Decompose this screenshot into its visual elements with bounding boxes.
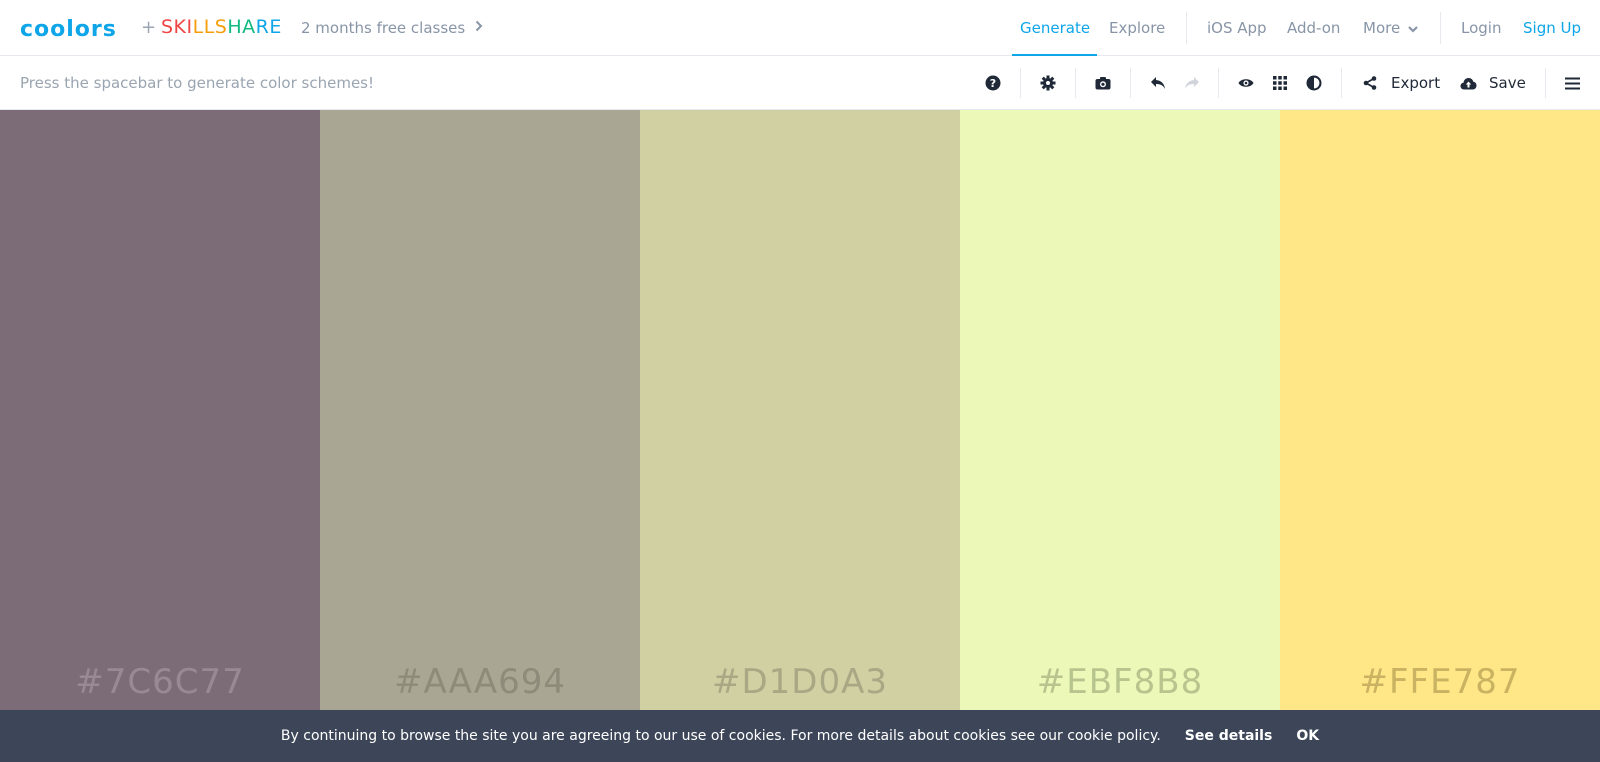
- skillshare-logo-part-4: RE: [255, 16, 282, 38]
- nav-add-on[interactable]: Add-on: [1287, 19, 1340, 37]
- top-nav: coolors + SKILLSHARE 2 months free class…: [0, 0, 1600, 56]
- menu-hamburger-icon[interactable]: [1563, 74, 1581, 92]
- save-button[interactable]: Save: [1489, 74, 1526, 92]
- see-details-link[interactable]: See details: [1185, 728, 1273, 744]
- color-swatch[interactable]: #FFE787: [1280, 110, 1600, 710]
- help-icon[interactable]: ?: [984, 74, 1002, 92]
- contrast-icon[interactable]: [1305, 74, 1323, 92]
- promo-label: 2 months free classes: [301, 19, 466, 37]
- export-button[interactable]: Export: [1391, 74, 1440, 92]
- nav-sign-up[interactable]: Sign Up: [1523, 19, 1581, 37]
- cookie-ok-button[interactable]: OK: [1296, 728, 1319, 744]
- skillshare-logo-part-3: HA: [227, 16, 256, 38]
- cookie-message: By continuing to browse the site you are…: [280, 728, 1161, 744]
- nav-login[interactable]: Login: [1461, 19, 1501, 37]
- chevron-down-icon: [1408, 19, 1418, 37]
- redo-icon[interactable]: [1183, 74, 1201, 92]
- toolbar: Press the spacebar to generate color sch…: [0, 56, 1600, 110]
- color-swatch[interactable]: #AAA694: [320, 110, 640, 710]
- camera-icon[interactable]: [1094, 74, 1112, 92]
- toolbar-divider: [1341, 68, 1342, 98]
- nav-more[interactable]: More: [1363, 19, 1418, 37]
- undo-icon[interactable]: [1149, 74, 1167, 92]
- skillshare-logo-part-2: LLS: [192, 16, 228, 38]
- color-palette: #7C6C77 #AAA694 #D1D0A3 #EBF8B8 #FFE787: [0, 110, 1600, 710]
- color-swatch[interactable]: #D1D0A3: [640, 110, 960, 710]
- grid-icon[interactable]: [1271, 74, 1289, 92]
- nav-ios-app[interactable]: iOS App: [1207, 19, 1267, 37]
- color-swatch[interactable]: #EBF8B8: [960, 110, 1280, 710]
- color-swatch[interactable]: #7C6C77: [0, 110, 320, 710]
- nav-explore[interactable]: Explore: [1109, 19, 1165, 37]
- toolbar-divider: [1218, 68, 1219, 98]
- toolbar-divider: [1130, 68, 1131, 98]
- nav-more-label: More: [1363, 19, 1401, 37]
- swatch-hex-code[interactable]: #EBF8B8: [960, 662, 1280, 702]
- swatch-hex-code[interactable]: #7C6C77: [0, 662, 320, 702]
- svg-text:?: ?: [990, 77, 996, 90]
- skillshare-logo-part-1: SKI: [161, 16, 193, 38]
- swatch-hex-code[interactable]: #AAA694: [320, 662, 640, 702]
- cookie-banner: By continuing to browse the site you are…: [0, 710, 1600, 762]
- eye-icon[interactable]: [1237, 74, 1255, 92]
- spacebar-hint: Press the spacebar to generate color sch…: [20, 74, 375, 92]
- plus-sign: +: [141, 17, 157, 38]
- cloud-upload-icon[interactable]: [1459, 74, 1477, 92]
- nav-divider: [1440, 12, 1441, 44]
- toolbar-divider: [1020, 68, 1021, 98]
- coolors-logo[interactable]: coolors: [20, 17, 117, 42]
- toolbar-divider: [1075, 68, 1076, 98]
- chevron-right-icon: [475, 20, 483, 36]
- nav-divider: [1186, 12, 1187, 44]
- swatch-hex-code[interactable]: #FFE787: [1280, 662, 1600, 702]
- swatch-hex-code[interactable]: #D1D0A3: [640, 662, 960, 702]
- nav-generate[interactable]: Generate: [1020, 19, 1090, 37]
- promo-link[interactable]: 2 months free classes: [301, 19, 483, 37]
- settings-gear-icon[interactable]: [1039, 74, 1057, 92]
- toolbar-divider: [1545, 68, 1546, 98]
- share-icon[interactable]: [1361, 74, 1379, 92]
- skillshare-logo[interactable]: SKILLSHARE: [161, 16, 282, 38]
